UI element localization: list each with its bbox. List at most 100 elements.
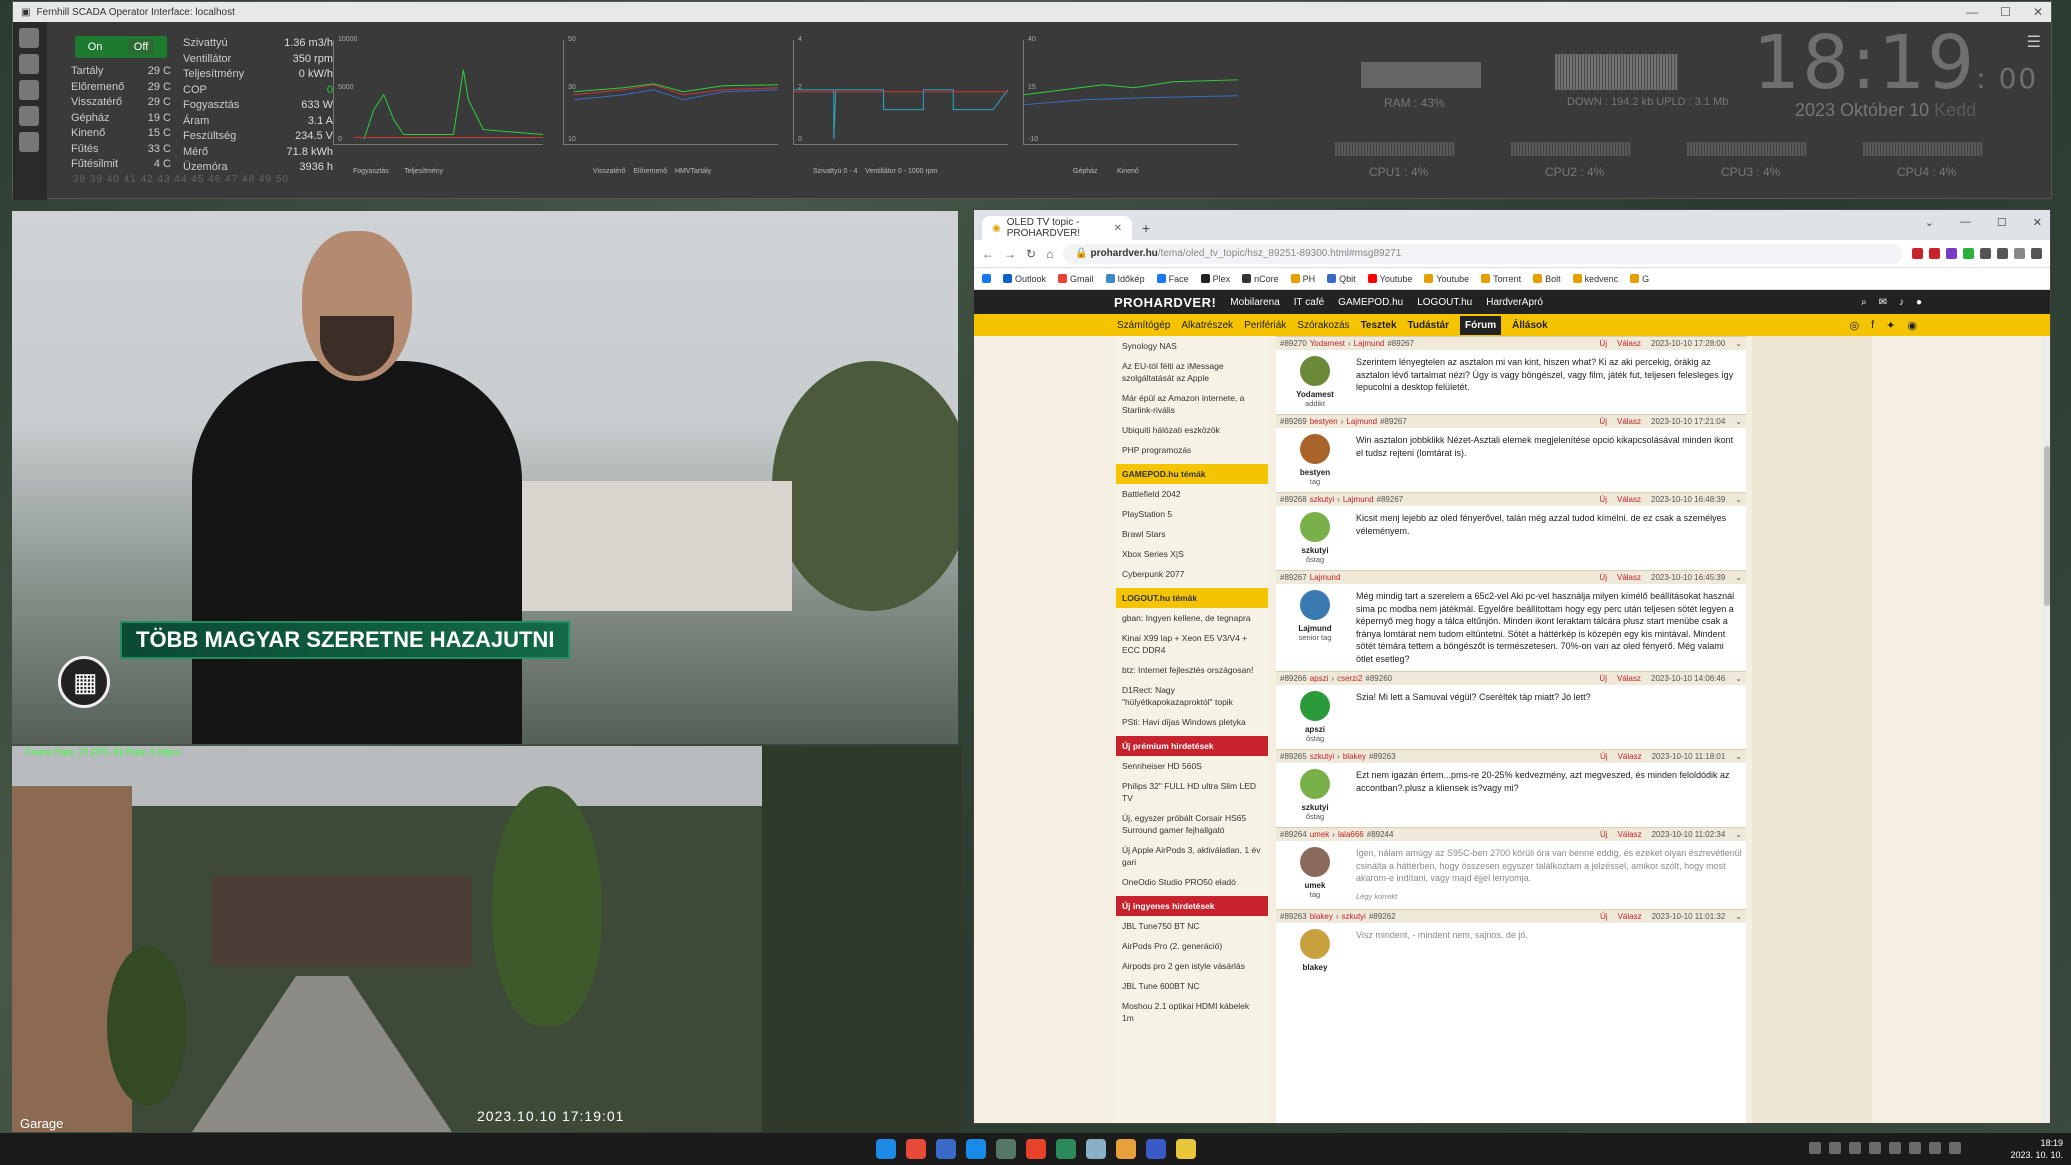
back-icon[interactable]: ←: [982, 247, 994, 261]
post-ref[interactable]: #89267: [1387, 339, 1414, 348]
app-icon[interactable]: [966, 1139, 986, 1159]
close-icon[interactable]: ✕: [2033, 216, 2042, 229]
bell-icon[interactable]: ♪: [1899, 297, 1904, 308]
post-ref[interactable]: #89267: [1380, 417, 1407, 426]
start-icon[interactable]: [876, 1139, 896, 1159]
sidebar-item[interactable]: Sennheiser HD 560S: [1116, 756, 1268, 776]
toggle-off[interactable]: Off: [127, 39, 155, 55]
close-icon[interactable]: ✕: [2033, 5, 2043, 19]
post-reply-to[interactable]: cserzi2: [1337, 674, 1362, 683]
bookmark[interactable]: Youtube: [1424, 274, 1469, 284]
post-reply-to[interactable]: blakey: [1343, 752, 1366, 761]
post-username[interactable]: umek: [1305, 881, 1326, 890]
address-bar[interactable]: 🔒 prohardver.hu/tema/oled_tv_topic/hsz_8…: [1063, 243, 1902, 264]
app-icon[interactable]: [1146, 1139, 1166, 1159]
bookmark[interactable]: G: [1630, 274, 1649, 284]
site-link[interactable]: HardverApró: [1486, 297, 1543, 308]
tray-icon[interactable]: [1809, 1142, 1821, 1154]
chevron-down-icon[interactable]: ⌄: [1735, 752, 1742, 761]
post-id[interactable]: #89267: [1280, 573, 1307, 582]
avatar[interactable]: [1300, 929, 1330, 959]
puzzle-icon[interactable]: [1980, 248, 1991, 259]
back-icon[interactable]: [19, 28, 39, 48]
chevron-down-icon[interactable]: ⌄: [1735, 674, 1742, 683]
search-icon[interactable]: ⌕: [1861, 297, 1867, 308]
extension-icon[interactable]: [1912, 248, 1923, 259]
close-tab-icon[interactable]: ✕: [1114, 223, 1122, 234]
nav-item[interactable]: Perifériák: [1244, 320, 1286, 331]
sidebar-item[interactable]: PlayStation 5: [1116, 504, 1268, 524]
app-icon[interactable]: [1116, 1139, 1136, 1159]
sidebar-item[interactable]: PHP programozás: [1116, 440, 1268, 460]
extension-icon[interactable]: [1946, 248, 1957, 259]
tray-icon[interactable]: [1849, 1142, 1861, 1154]
bookmark[interactable]: Face: [1156, 274, 1189, 284]
avatar[interactable]: [1300, 769, 1330, 799]
sidebar-item[interactable]: Synology NAS: [1116, 336, 1268, 356]
new-link[interactable]: Új: [1599, 573, 1607, 582]
post-id[interactable]: #89264: [1280, 830, 1307, 839]
post-author[interactable]: szkutyi: [1310, 495, 1334, 504]
post-id[interactable]: #89268: [1280, 495, 1307, 504]
post-ref[interactable]: #89267: [1377, 495, 1404, 504]
post-reply-to[interactable]: Lajmund: [1343, 495, 1374, 504]
site-logo[interactable]: PROHARDVER!: [1114, 295, 1216, 310]
new-link[interactable]: Új: [1600, 830, 1608, 839]
extension-icon[interactable]: [1963, 248, 1974, 259]
post-author[interactable]: Yodamest: [1310, 339, 1345, 348]
document-icon[interactable]: [19, 132, 39, 152]
reply-button[interactable]: Válasz: [1617, 417, 1641, 426]
new-link[interactable]: Új: [1599, 495, 1607, 504]
post-username[interactable]: blakey: [1303, 963, 1328, 972]
tray-icon[interactable]: [1909, 1142, 1921, 1154]
site-link[interactable]: GAMEPOD.hu: [1338, 297, 1403, 308]
tray-icon[interactable]: [1889, 1142, 1901, 1154]
sidebar-item[interactable]: Új, egyszer próbált Corsair HS65 Surroun…: [1116, 808, 1268, 840]
tv-video-player[interactable]: TÖBB MAGYAR SZERETNE HAZAJUTNI: [12, 211, 958, 744]
reply-button[interactable]: Válasz: [1617, 674, 1641, 683]
forward-icon[interactable]: →: [1004, 247, 1016, 261]
sidebar-item[interactable]: Battlefield 2042: [1116, 484, 1268, 504]
post-author[interactable]: Lajmund: [1310, 573, 1341, 582]
avatar[interactable]: [1300, 512, 1330, 542]
avatar[interactable]: [1300, 691, 1330, 721]
chevron-down-icon[interactable]: ⌄: [1735, 573, 1742, 582]
bookmark[interactable]: Bolt: [1533, 274, 1561, 284]
post-ref[interactable]: #89263: [1369, 752, 1396, 761]
profile-icon[interactable]: [2014, 248, 2025, 259]
post-id[interactable]: #89265: [1280, 752, 1307, 761]
post-author[interactable]: szkutyi: [1310, 752, 1334, 761]
post-username[interactable]: Yodamest: [1296, 390, 1334, 399]
site-link[interactable]: LOGOUT.hu: [1417, 297, 1472, 308]
sidebar-item[interactable]: Cyberpunk 2077: [1116, 564, 1268, 584]
sidebar-item[interactable]: Philips 32" FULL HD ultra Slim LED TV: [1116, 776, 1268, 808]
sidebar-item[interactable]: AirPods Pro (2. generáció): [1116, 936, 1268, 956]
new-link[interactable]: Új: [1600, 752, 1608, 761]
reply-button[interactable]: Válasz: [1617, 495, 1641, 504]
maximize-icon[interactable]: ☐: [2000, 5, 2011, 19]
bookmark[interactable]: Youtube: [1367, 274, 1412, 284]
security-camera-feed[interactable]: Frame Rate: 15 FPS, Bit Rate: 6 Mbps Gar…: [12, 746, 762, 1132]
app-icon[interactable]: [1086, 1139, 1106, 1159]
bookmark[interactable]: [982, 274, 991, 283]
browser-tab[interactable]: ◉ OLED TV topic - PROHARDVER! ✕: [982, 216, 1132, 240]
more-icon[interactable]: [2031, 248, 2042, 259]
alarm-bell-icon[interactable]: [19, 106, 39, 126]
sidebar-item[interactable]: Az EU-tól félti az iMessage szolgáltatás…: [1116, 356, 1268, 388]
nav-item[interactable]: Tesztek: [1361, 320, 1397, 331]
sidebar-item[interactable]: PSti: Havi díjas Windows pletyka: [1116, 712, 1268, 732]
chevron-down-icon[interactable]: ⌄: [1735, 830, 1742, 839]
on-off-toggle[interactable]: On Off: [75, 36, 167, 58]
chevron-down-icon[interactable]: ⌄: [1735, 339, 1742, 348]
bookmark[interactable]: PH: [1290, 274, 1315, 284]
sidebar-item[interactable]: Ubiquiti hálózati eszközök: [1116, 420, 1268, 440]
new-link[interactable]: Új: [1599, 674, 1607, 683]
post-author[interactable]: apszi: [1310, 674, 1329, 683]
post-ref[interactable]: #89244: [1367, 830, 1394, 839]
reply-button[interactable]: Válasz: [1618, 752, 1642, 761]
sidebar-item[interactable]: btz: Internet fejlesztés országosan!: [1116, 660, 1268, 680]
post-username[interactable]: apszi: [1305, 725, 1325, 734]
nav-item[interactable]: Számítógép: [1117, 320, 1170, 331]
site-link[interactable]: IT café: [1294, 297, 1324, 308]
forward-icon[interactable]: [19, 54, 39, 74]
